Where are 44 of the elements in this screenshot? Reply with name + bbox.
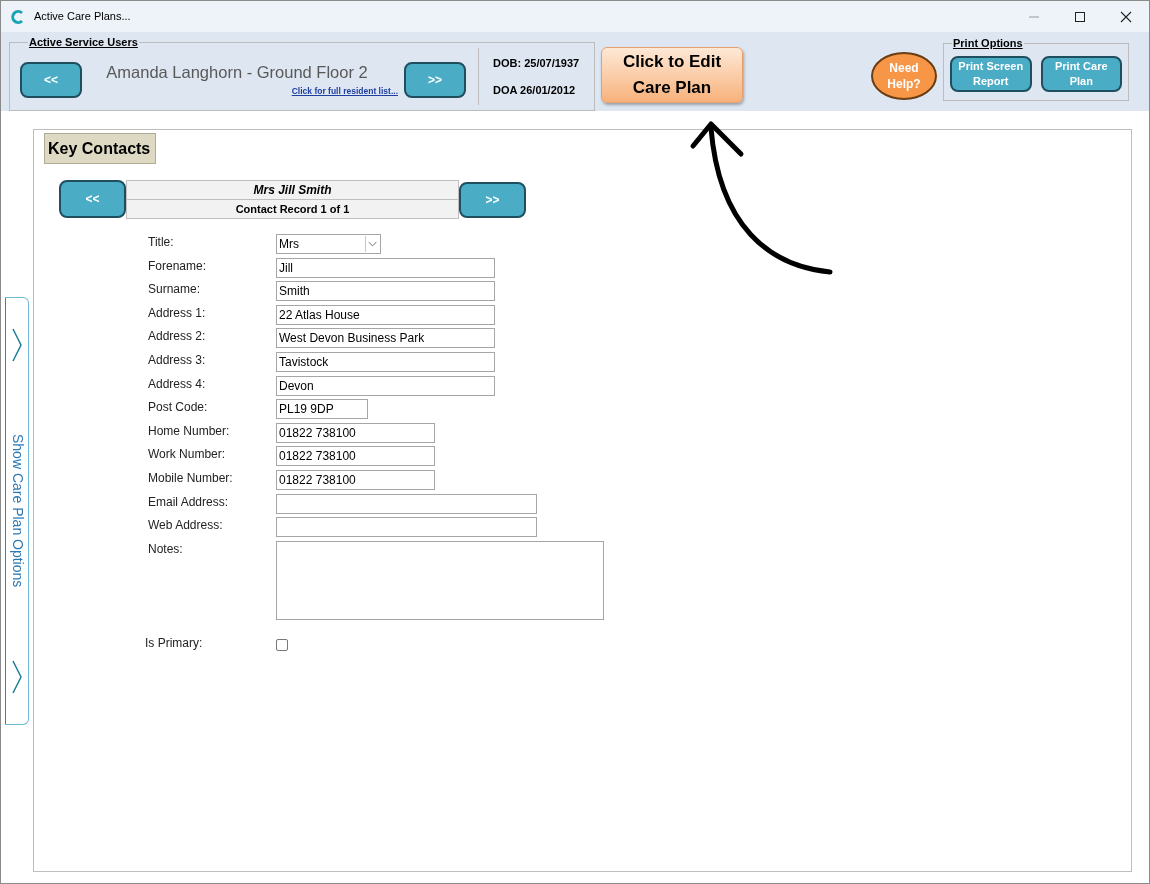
input-field[interactable]: 01822 738100 (276, 446, 435, 467)
field-label: Is Primary: (145, 634, 204, 651)
contact-name: Mrs Jill Smith (126, 180, 459, 200)
input-field[interactable]: PL19 9DP (276, 399, 368, 420)
field-label: Home Number: (148, 422, 231, 439)
date-of-admission: DOA 26/01/2012 (493, 82, 577, 98)
field-label: Address 1: (148, 304, 207, 321)
resident-list-link[interactable]: Click for full resident list... (291, 84, 398, 98)
field-label: Forename: (148, 257, 208, 274)
chevron-down-icon (365, 236, 379, 252)
notes-field[interactable] (276, 540, 604, 620)
field-label: Notes: (148, 540, 184, 557)
record-counter: Contact Record 1 of 1 (126, 200, 459, 219)
edit-care-plan-button[interactable]: Click to Edit Care Plan (601, 47, 743, 103)
input-field[interactable]: 01822 738100 (276, 469, 435, 490)
input-field[interactable]: 22 Atlas House (276, 304, 495, 325)
section-title: Key Contacts (44, 133, 156, 164)
side-tab[interactable]: Show Care Plan Options (5, 297, 29, 725)
input-field[interactable]: West Devon Business Park (276, 328, 495, 349)
field-label: Mobile Number: (148, 469, 234, 486)
input-field[interactable]: Tavistock (276, 351, 495, 372)
date-of-birth: DOB: 25/07/1937 (493, 56, 580, 71)
resident-name: Amanda Langhorn - Ground Floor 2 (106, 61, 368, 83)
chevron-right-icon (11, 660, 23, 694)
window-title: Active Care Plans... (34, 9, 131, 25)
chevron-right-icon (11, 328, 23, 362)
field-label: Web Address: (148, 517, 224, 534)
field-label: Surname: (148, 281, 202, 298)
checkbox[interactable] (276, 638, 288, 651)
field-label: Address 4: (148, 375, 207, 392)
field-label: Work Number: (148, 446, 227, 463)
side-tab-label: Show Care Plan Options (8, 434, 27, 588)
input-field[interactable]: 01822 738100 (276, 422, 435, 443)
input-field[interactable] (276, 493, 537, 514)
field-label: Post Code: (148, 399, 209, 416)
field-label: Address 2: (148, 328, 207, 345)
input-field[interactable]: Devon (276, 375, 495, 396)
title-dropdown[interactable]: Mrs (276, 234, 381, 254)
input-field[interactable]: Jill (276, 257, 495, 278)
input-field[interactable] (276, 517, 537, 538)
field-label: Email Address: (148, 493, 230, 510)
field-label: Address 3: (148, 351, 207, 368)
field-label: Title: (148, 234, 175, 250)
input-field[interactable]: Smith (276, 281, 495, 302)
